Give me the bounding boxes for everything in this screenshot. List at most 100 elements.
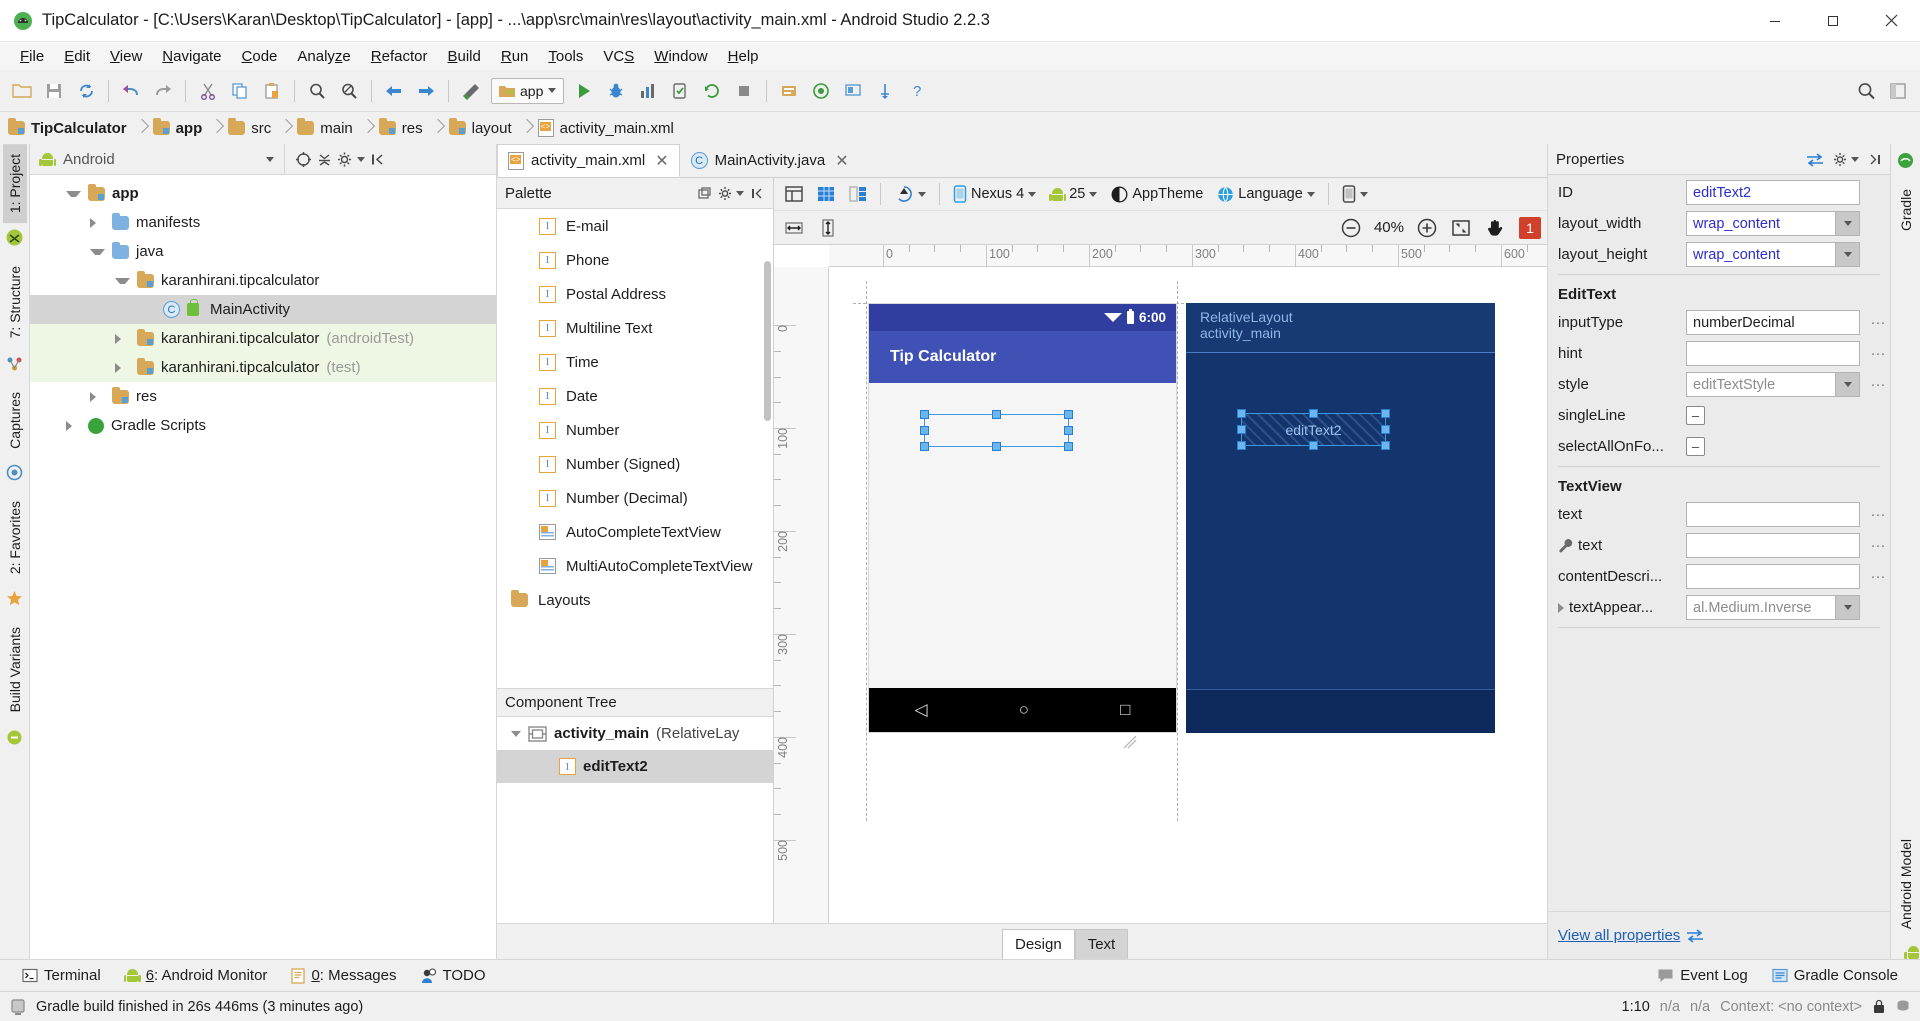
resize-handle-sw[interactable] [1237, 441, 1246, 450]
paste-icon[interactable] [256, 75, 288, 107]
resize-handle-s[interactable] [992, 442, 1001, 451]
menu-code[interactable]: Code [232, 45, 288, 68]
palette-item-postal-address[interactable]: I Postal Address [497, 277, 773, 311]
resize-handle-ne[interactable] [1381, 409, 1390, 418]
device-variants-icon[interactable] [1337, 181, 1373, 207]
sdk-manager-button[interactable] [773, 75, 805, 107]
theme-selector[interactable]: AppTheme [1106, 181, 1208, 207]
tool-window-todo[interactable]: TODO [408, 964, 497, 987]
zoom-to-fit-icon[interactable] [1447, 215, 1475, 241]
undo-icon[interactable] [115, 75, 147, 107]
sidebar-item-android-model[interactable]: Android Model [1894, 829, 1918, 939]
property-more-button[interactable]: ··· [1866, 568, 1890, 585]
tool-window-android-monitor[interactable]: 6: Android Monitor [113, 964, 280, 987]
tree-node-package-main[interactable]: karanhirani.tipcalculator [30, 266, 496, 295]
tool-window-terminal[interactable]: Terminal [10, 964, 113, 987]
breadcrumb-item-app[interactable]: app [153, 120, 205, 137]
project-structure-button[interactable] [869, 75, 901, 107]
canvas-resize-grip[interactable] [1123, 735, 1137, 749]
expert-mode-icon[interactable] [1685, 928, 1705, 943]
palette-item-multiautocompletetextview[interactable]: MultiAutoCompleteTextView [497, 549, 773, 583]
context-indicator[interactable]: Context: <no context> [1720, 999, 1862, 1015]
tab-activity-main-xml[interactable]: activity_main.xml ✕ [497, 144, 680, 177]
palette-list[interactable]: I E-mail I Phone I Postal Address I [497, 209, 773, 688]
profile-button[interactable] [632, 75, 664, 107]
redo-icon[interactable] [147, 75, 179, 107]
tree-node-package-androidtest[interactable]: karanhirani.tipcalculator (androidTest) [30, 324, 496, 353]
run-configuration-selector[interactable]: app [491, 78, 564, 104]
close-icon[interactable]: ✕ [835, 151, 848, 171]
property-more-button[interactable]: ··· [1866, 506, 1890, 523]
resize-handle-e[interactable] [1381, 425, 1390, 434]
property-textappearance-combo[interactable]: al.Medium.Inverse [1686, 595, 1860, 620]
blueprint-edittext2-selection[interactable]: editText2 [1241, 413, 1386, 446]
sidebar-item-captures[interactable]: Captures [3, 382, 27, 459]
close-button[interactable] [1862, 0, 1920, 42]
property-more-button[interactable]: ··· [1866, 345, 1890, 362]
tree-node-java[interactable]: java [30, 237, 496, 266]
device-monitor-button[interactable] [837, 75, 869, 107]
menu-build[interactable]: Build [437, 45, 490, 68]
property-layout-height-combo[interactable]: wrap_content [1686, 242, 1860, 267]
menu-navigate[interactable]: Navigate [152, 45, 231, 68]
pan-hand-icon[interactable] [1481, 215, 1509, 241]
tree-node-mainactivity[interactable]: C MainActivity [30, 295, 496, 324]
fit-width-icon[interactable] [780, 215, 808, 241]
project-scope-selector[interactable]: Android [30, 144, 285, 175]
breadcrumb-item-activity-main-xml[interactable]: activity_main.xml [538, 119, 676, 137]
settings-icon[interactable] [718, 186, 744, 201]
breadcrumb-item-layout[interactable]: layout [449, 120, 514, 137]
sidebar-item-build-variants[interactable]: Build Variants [3, 617, 27, 722]
chevron-down-icon[interactable] [1835, 596, 1859, 619]
view-all-properties-link[interactable]: View all properties [1558, 927, 1680, 944]
property-selectallonfocus-checkbox[interactable]: – [1686, 437, 1705, 456]
palette-scrollbar[interactable] [764, 261, 771, 421]
sidebar-item-project[interactable]: 1: Project [3, 144, 27, 223]
breadcrumb-item-res[interactable]: res [379, 120, 425, 137]
rerun-button[interactable] [696, 75, 728, 107]
resize-handle-w[interactable] [1237, 425, 1246, 434]
search-everywhere-icon[interactable] [1850, 75, 1882, 107]
resize-handle-n[interactable] [1309, 409, 1318, 418]
palette-item-multiline-text[interactable]: I Multiline Text [497, 311, 773, 345]
menu-analyze[interactable]: Analyze [287, 45, 360, 68]
menu-file[interactable]: File [10, 45, 54, 68]
tab-mainactivity-java[interactable]: C MainActivity.java ✕ [680, 144, 860, 177]
property-contentdescription-input[interactable] [1686, 564, 1860, 589]
language-selector[interactable]: Language [1212, 181, 1320, 207]
chevron-right-icon[interactable] [115, 334, 130, 344]
palette-item-email[interactable]: I E-mail [497, 209, 773, 243]
chevron-right-icon[interactable] [90, 218, 105, 228]
chevron-right-icon[interactable] [66, 421, 81, 431]
breadcrumb-item-src[interactable]: src [228, 120, 273, 137]
property-id-input[interactable]: editText2 [1686, 180, 1860, 205]
tool-window-messages[interactable]: 0: Messages [279, 964, 408, 987]
encoding-indicator[interactable]: n/a [1660, 999, 1680, 1015]
device-selector[interactable]: Nexus 4 [948, 181, 1041, 207]
resize-handle-nw[interactable] [920, 410, 929, 419]
run-button[interactable] [568, 75, 600, 107]
find-icon[interactable] [301, 75, 333, 107]
property-text-input[interactable] [1686, 502, 1860, 527]
palette-item-number-decimal[interactable]: I Number (Decimal) [497, 481, 773, 515]
palette-item-time[interactable]: I Time [497, 345, 773, 379]
canvas-stage[interactable]: 6:00 Tip Calculator [829, 267, 1547, 923]
menu-window[interactable]: Window [644, 45, 717, 68]
palette-item-number[interactable]: I Number [497, 413, 773, 447]
property-style-combo[interactable]: editTextStyle [1686, 372, 1860, 397]
palette-item-date[interactable]: I Date [497, 379, 773, 413]
resize-handle-se[interactable] [1064, 442, 1073, 451]
property-more-button[interactable]: ··· [1866, 537, 1890, 554]
resize-handle-w[interactable] [920, 426, 929, 435]
restore-icon[interactable] [697, 186, 712, 201]
resize-handle-se[interactable] [1381, 441, 1390, 450]
chevron-down-icon[interactable] [1835, 212, 1859, 235]
settings-icon[interactable] [1833, 152, 1859, 167]
chevron-right-icon[interactable] [90, 392, 105, 402]
device-preview[interactable]: 6:00 Tip Calculator [868, 303, 1177, 733]
blueprint-view-icon[interactable] [812, 181, 840, 207]
component-tree-row-activity-main[interactable]: activity_main (RelativeLay [497, 717, 773, 750]
memory-indicator-icon[interactable] [1896, 999, 1910, 1014]
chevron-down-icon[interactable] [511, 731, 521, 737]
chevron-down-icon[interactable] [90, 249, 105, 255]
